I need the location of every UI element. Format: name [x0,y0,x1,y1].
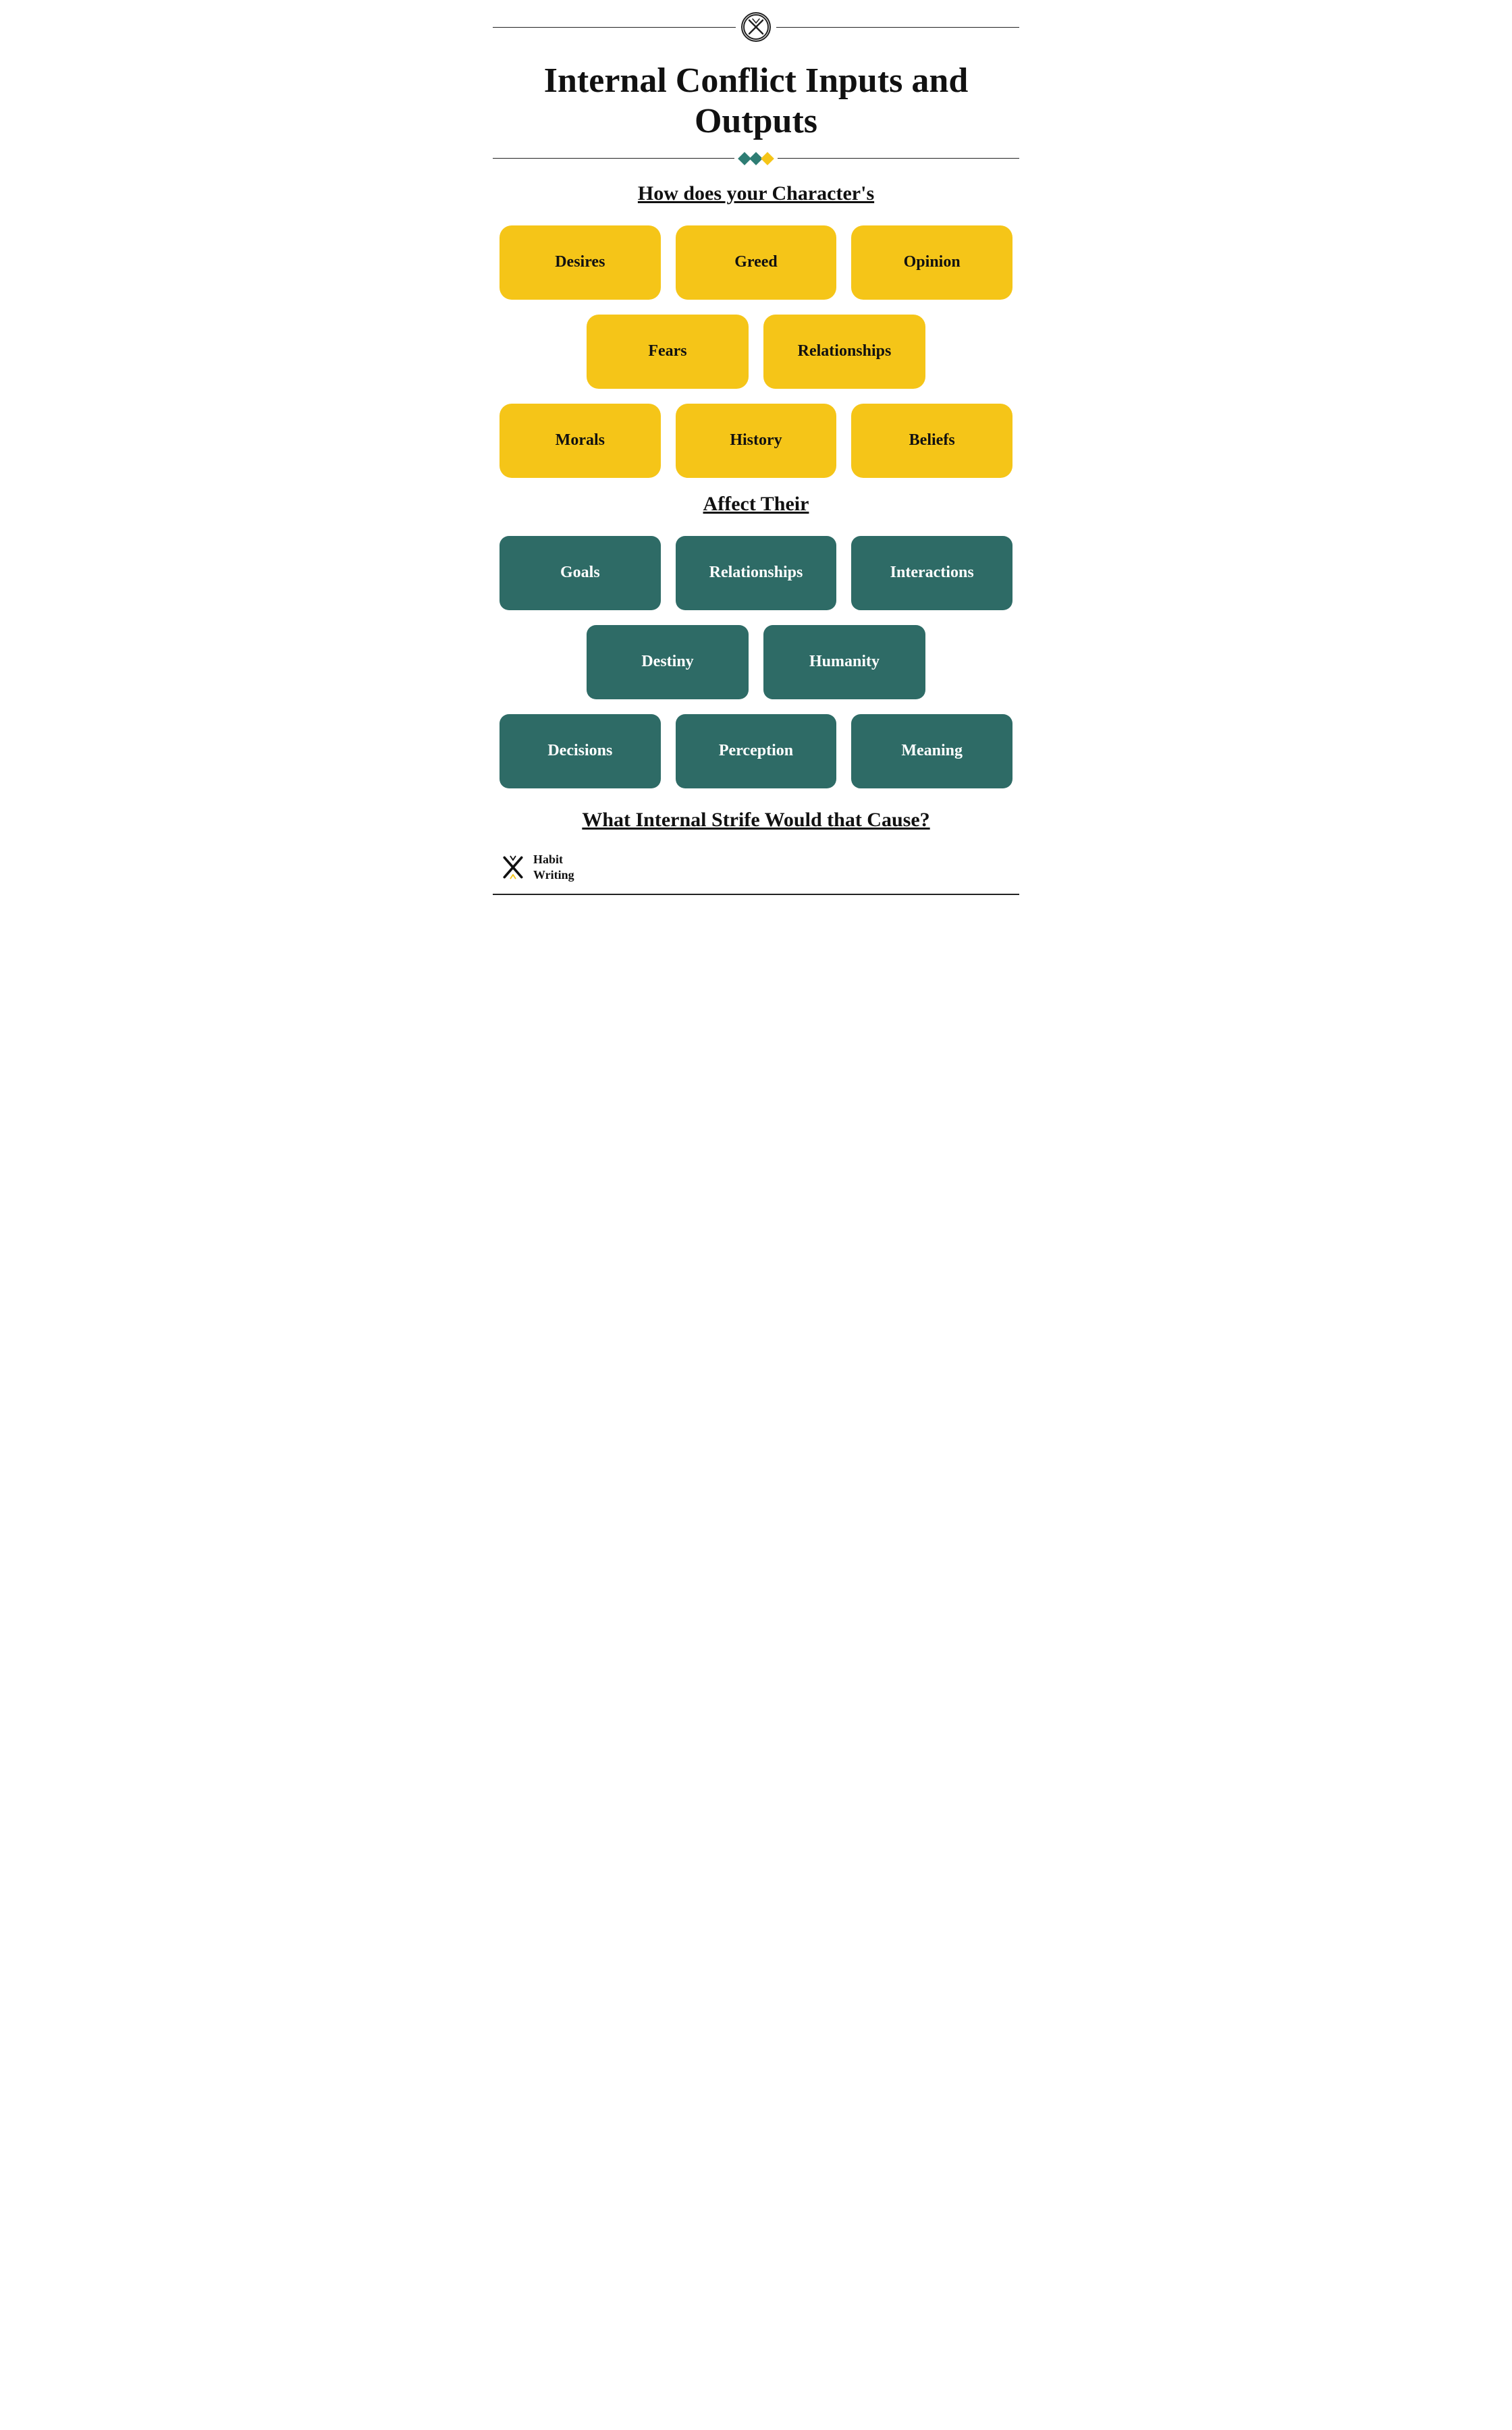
yellow-row-2: Fears Relationships [493,315,1019,389]
outputs-section: Goals Relationships Interactions Destiny… [493,536,1019,788]
bottom-logo-text: Habit Writing [533,852,574,884]
teal-row-2: Destiny Humanity [493,625,1019,699]
yellow-box-desires: Desires [500,225,661,300]
teal-box-interactions: Interactions [851,536,1013,610]
bottom-logo-icon [500,854,526,881]
teal-box-goals: Goals [500,536,661,610]
yellow-box-morals: Morals [500,404,661,478]
yellow-box-beliefs: Beliefs [851,404,1013,478]
subtitle-affect: Affect Their [493,493,1019,516]
teal-box-destiny: Destiny [587,625,749,699]
top-logo-area [493,0,1019,46]
top-logo-circle [741,12,771,42]
inputs-section: Desires Greed Opinion Fears Relationship… [493,225,1019,478]
subtitle-top: How does your Character's [493,182,1019,205]
main-title: Internal Conflict Inputs and Outputs [493,61,1019,142]
bottom-logo: Habit Writing [493,852,1019,884]
footer-question: What Internal Strife Would that Cause? [493,809,1019,832]
yellow-box-relationships-input: Relationships [763,315,925,389]
yellow-box-greed: Greed [676,225,837,300]
yellow-box-opinion: Opinion [851,225,1013,300]
teal-box-humanity: Humanity [763,625,925,699]
yellow-box-history: History [676,404,837,478]
top-line-left [493,27,736,28]
teal-row-3: Decisions Perception Meaning [493,714,1019,788]
page-container: Internal Conflict Inputs and Outputs How… [473,0,1040,922]
teal-box-decisions: Decisions [500,714,661,788]
yellow-row-1: Desires Greed Opinion [493,225,1019,300]
teal-box-meaning: Meaning [851,714,1013,788]
yellow-box-fears: Fears [587,315,749,389]
arrow-diamonds [740,154,772,163]
diamond-yellow-1 [761,152,774,165]
bottom-line [493,894,1019,895]
arrow-decoration [493,154,1019,163]
top-line-right [776,27,1019,28]
teal-box-relationships-output: Relationships [676,536,837,610]
arrow-line-right [778,158,1019,159]
yellow-row-3: Morals History Beliefs [493,404,1019,478]
arrow-line-left [493,158,734,159]
teal-box-perception: Perception [676,714,837,788]
teal-row-1: Goals Relationships Interactions [493,536,1019,610]
